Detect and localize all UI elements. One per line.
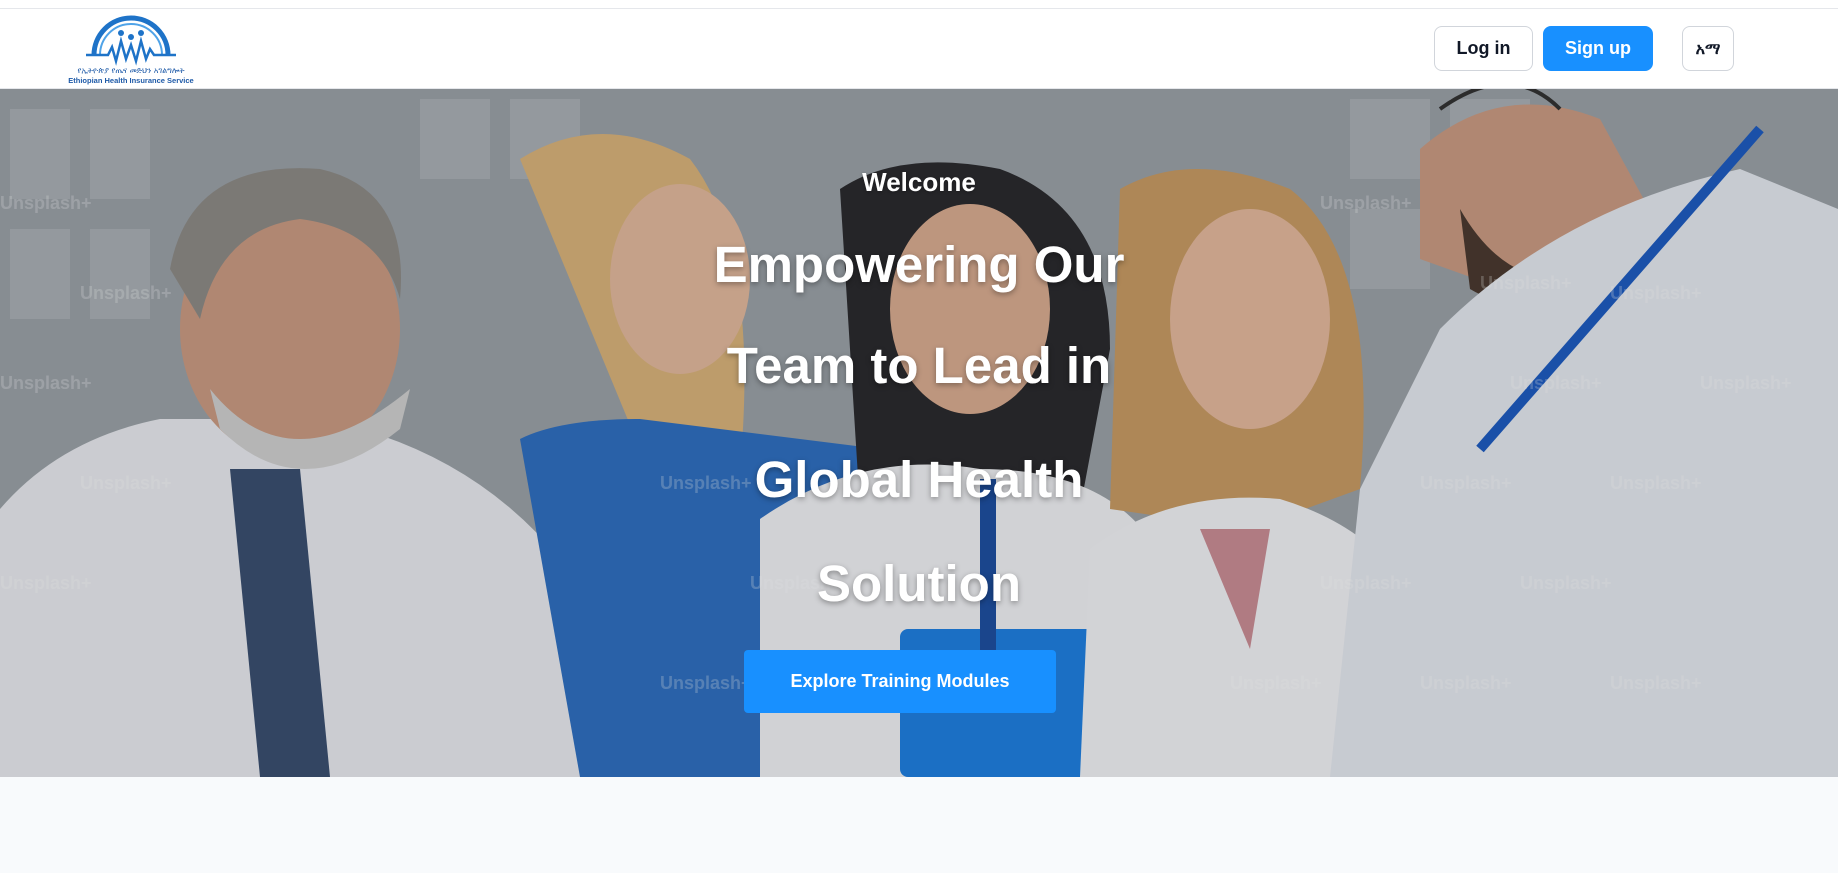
logo-text-english: Ethiopian Health Insurance Service <box>68 76 194 85</box>
page-content-area <box>0 777 1838 873</box>
hero-welcome: Welcome <box>862 167 976 197</box>
hero-title-line-3: Global Health <box>754 451 1084 508</box>
ehis-logo-icon <box>86 15 176 66</box>
ehis-logo[interactable]: የኢትዮጵያ የጤና መድህን አገልግሎት Ethiopian Health … <box>64 11 198 87</box>
login-button[interactable]: Log in <box>1434 26 1533 71</box>
signup-button[interactable]: Sign up <box>1543 26 1653 71</box>
hero-section: Unsplash+ Unsplash+ Unsplash+ Unsplash+ … <box>0 89 1838 777</box>
hero-title-line-1: Empowering Our <box>713 236 1125 293</box>
hero-content: Welcome Empowering Our Team to Lead in G… <box>0 89 1838 777</box>
logo-text-amharic: የኢትዮጵያ የጤና መድህን አገልግሎት <box>77 66 185 75</box>
top-border <box>0 0 1838 9</box>
site-header: የኢትዮጵያ የጤና መድህን አገልግሎት Ethiopian Health … <box>0 9 1838 89</box>
language-toggle-button[interactable]: አማ <box>1682 26 1734 71</box>
hero-title-line-4: Solution <box>817 555 1021 612</box>
hero-title-line-2: Team to Lead in <box>726 337 1112 394</box>
explore-training-modules-button[interactable]: Explore Training Modules <box>744 650 1056 713</box>
